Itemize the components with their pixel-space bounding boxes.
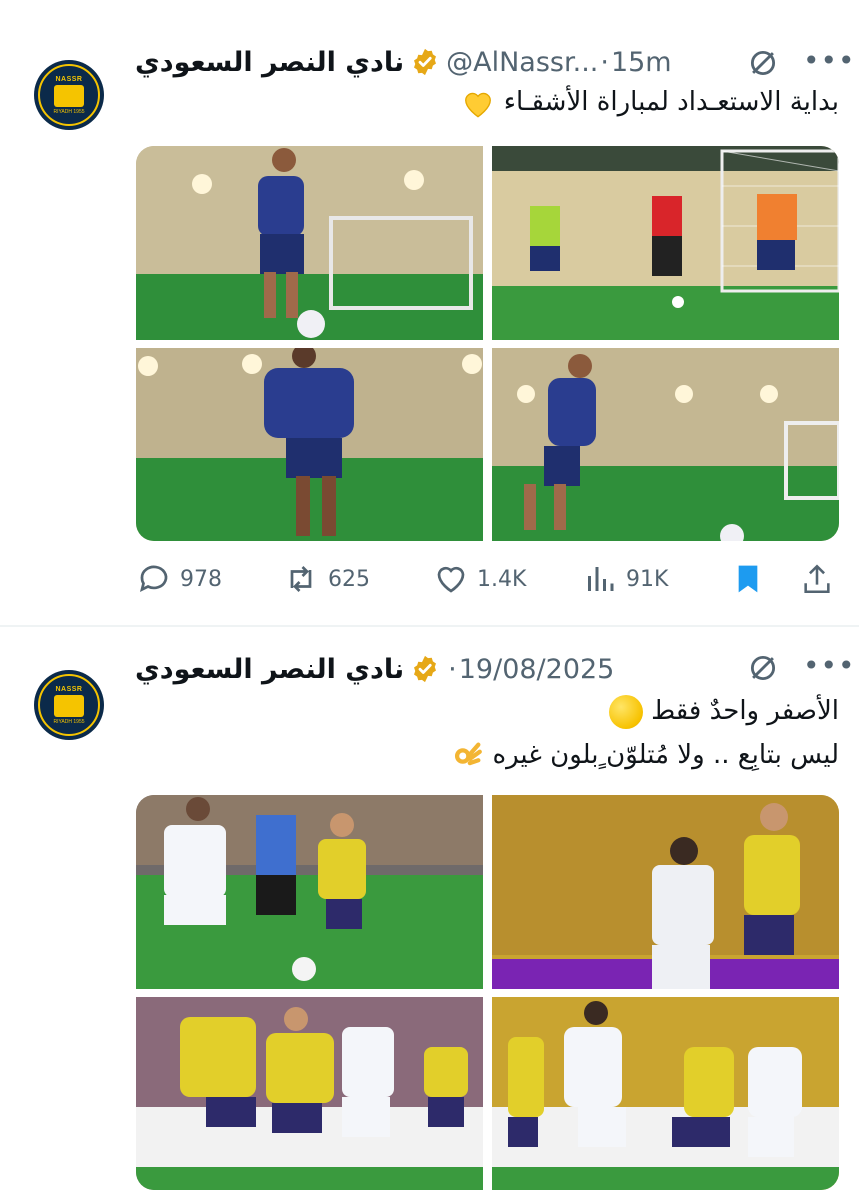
tweet-header: نادي النصر السعودي · 19/08/2025 [135, 651, 819, 687]
club-logo: NASSR RIYADH 1955 [38, 64, 100, 126]
avatar[interactable]: NASSR RIYADH 1955 [34, 60, 104, 130]
match-photo-3[interactable] [136, 997, 483, 1190]
training-photo-1[interactable] [136, 146, 483, 340]
logo-text-top: NASSR [55, 75, 83, 83]
training-photo-4[interactable] [492, 348, 839, 541]
training-photo-3[interactable] [136, 348, 483, 541]
more-icon[interactable]: ••• [803, 44, 856, 77]
tweet[interactable]: NASSR RIYADH 1955 نادي النصر السعودي · 1… [0, 627, 859, 1200]
bookmark-icon[interactable] [732, 561, 764, 597]
timestamp[interactable]: 15m [611, 47, 672, 78]
media-grid[interactable] [136, 795, 839, 1190]
tweet-header: نادي النصر السعودي @AlNassr... · 15m [135, 44, 819, 80]
tweet-text-line-1: الأصفر واحدٌ فقط [603, 693, 839, 729]
verified-badge-icon[interactable] [410, 47, 440, 77]
logo-emblem [54, 84, 84, 107]
views-icon [588, 567, 614, 591]
display-name[interactable]: نادي النصر السعودي [135, 47, 404, 78]
logo-text-bottom: RIYADH 1955 [53, 718, 85, 725]
separator-dot: · [448, 653, 457, 685]
display-name[interactable]: نادي النصر السعودي [135, 654, 404, 685]
tweet-actions: 978 625 1.4K 91K [136, 559, 839, 599]
views-button[interactable]: 91K [582, 561, 668, 597]
match-photo-4[interactable] [492, 997, 839, 1190]
tweet-text-line-2: ليس بتابِع .. ولا مُتلوّن ٍبلون غيره [450, 737, 839, 773]
timestamp[interactable]: 19/08/2025 [459, 654, 615, 685]
tweet-text-content: ليس بتابِع .. ولا مُتلوّن ٍبلون غيره [492, 740, 839, 770]
reply-icon [139, 565, 168, 593]
like-button[interactable]: 1.4K [433, 561, 526, 597]
club-logo: NASSR RIYADH 1955 [38, 674, 100, 736]
user-handle[interactable]: @AlNassr... [446, 47, 598, 78]
logo-emblem [54, 694, 84, 717]
repost-button[interactable]: 625 [282, 561, 370, 597]
like-icon [437, 566, 465, 593]
logo-text-bottom: RIYADH 1955 [53, 108, 85, 115]
repost-count: 625 [328, 566, 370, 592]
tweet-text-content: بداية الاستعـداد لمباراة الأشقـاء [503, 87, 839, 117]
view-count: 91K [626, 566, 669, 592]
logo-text-top: NASSR [55, 685, 83, 693]
verified-badge-icon[interactable] [410, 654, 440, 684]
like-count: 1.4K [477, 566, 527, 592]
share-icon[interactable] [800, 561, 834, 597]
more-icon[interactable]: ••• [803, 649, 856, 682]
media-grid[interactable] [136, 146, 839, 541]
grok-icon[interactable] [746, 651, 780, 685]
ok-hand-icon [455, 742, 483, 765]
yellow-circle-icon [608, 694, 643, 729]
separator-dot: · [600, 46, 609, 78]
reply-count: 978 [180, 566, 222, 592]
avatar[interactable]: NASSR RIYADH 1955 [34, 670, 104, 740]
reply-button[interactable]: 978 [136, 561, 222, 597]
repost-icon [290, 566, 312, 592]
match-photo-1[interactable] [136, 795, 483, 989]
match-photo-2[interactable] [492, 795, 839, 989]
tweet[interactable]: NASSR RIYADH 1955 نادي النصر السعودي @Al… [0, 0, 859, 625]
grok-icon[interactable] [746, 46, 780, 80]
training-photo-2[interactable] [492, 146, 839, 340]
tweet-text: بداية الاستعـداد لمباراة الأشقـاء [461, 84, 839, 120]
tweet-text-content: الأصفر واحدٌ فقط [651, 696, 839, 726]
yellow-heart-icon [465, 92, 492, 117]
